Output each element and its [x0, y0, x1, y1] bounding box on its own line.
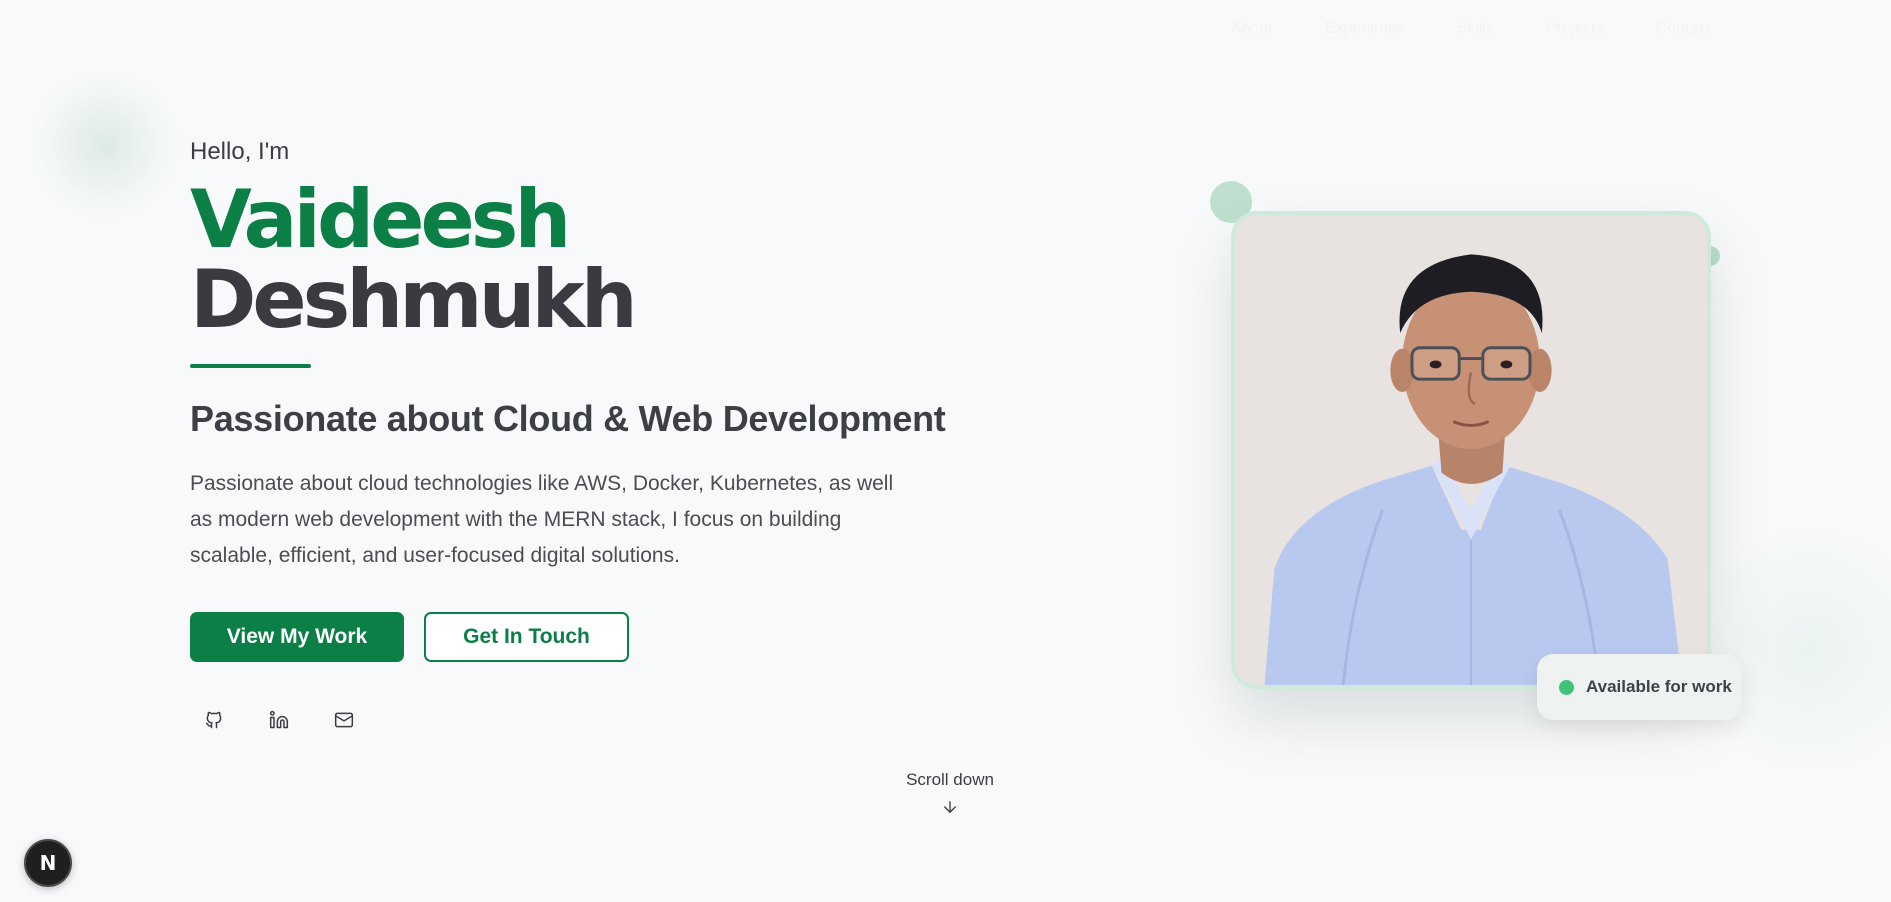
page: About Experience Skills Projects Contact… — [0, 0, 1891, 902]
nav-item-skills[interactable]: Skills — [1457, 20, 1494, 38]
nav-item-projects[interactable]: Projects — [1546, 20, 1604, 38]
name-underline-divider — [190, 364, 311, 368]
social-links — [192, 700, 950, 744]
arrow-down-icon — [941, 798, 959, 816]
top-nav: About Experience Skills Projects Contact — [1231, 20, 1711, 38]
view-my-work-button[interactable]: View My Work — [190, 612, 404, 662]
email-link[interactable] — [322, 700, 366, 744]
status-dot-icon — [1559, 679, 1574, 695]
hero-section: Hello, I'm Vaideesh Deshmukh Passionate … — [190, 138, 950, 744]
hero-tagline: Passionate about Cloud & Web Development — [190, 398, 946, 439]
nextjs-dev-badge[interactable]: N — [24, 839, 72, 887]
availability-status-badge: Available for work — [1537, 654, 1741, 720]
nav-item-contact[interactable]: Contact — [1656, 20, 1711, 38]
background-blob-top-left — [30, 70, 180, 220]
background-blob-bottom-right — [1680, 520, 1891, 780]
profile-portrait-illustration — [1235, 215, 1707, 685]
hero-first-name: Vaideesh — [190, 173, 571, 266]
hero-bio: Passionate about cloud technologies like… — [190, 472, 894, 567]
get-in-touch-button[interactable]: Get In Touch — [424, 612, 629, 662]
linkedin-link[interactable] — [257, 700, 301, 744]
profile-photo — [1231, 211, 1711, 689]
scroll-down-indicator[interactable]: Scroll down — [900, 770, 1000, 816]
mail-icon — [334, 710, 354, 734]
hero-last-name: Deshmukh — [190, 253, 638, 346]
github-icon — [204, 710, 224, 734]
linkedin-icon — [269, 710, 289, 734]
github-link[interactable] — [192, 700, 236, 744]
availability-status-text: Available for work — [1586, 677, 1732, 696]
hero-greeting: Hello, I'm — [190, 138, 290, 165]
scroll-down-label: Scroll down — [906, 770, 994, 789]
nav-item-about[interactable]: About — [1231, 20, 1273, 38]
hero-name: Vaideesh Deshmukh — [190, 180, 950, 340]
nav-item-experience[interactable]: Experience — [1325, 20, 1405, 38]
hero-actions: View My Work Get In Touch — [190, 612, 950, 662]
